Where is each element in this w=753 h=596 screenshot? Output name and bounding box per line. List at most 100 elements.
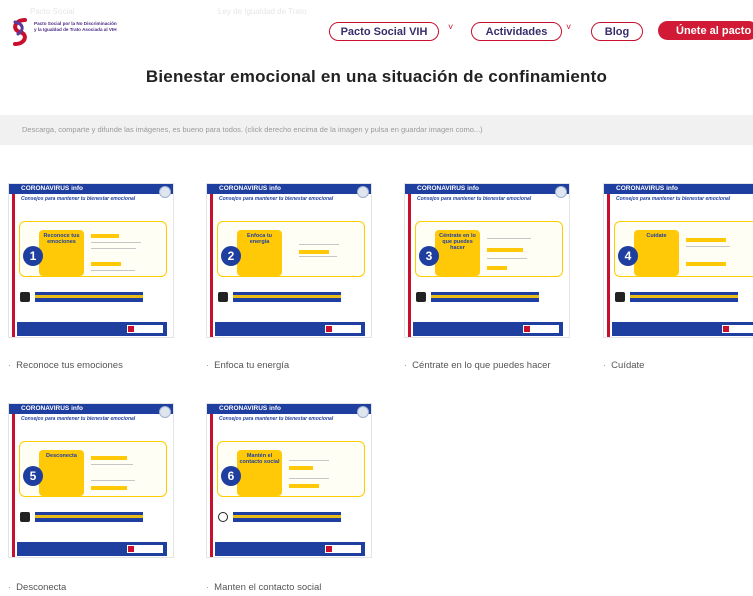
card-header-text: CORONAVIRUS info — [21, 185, 83, 192]
step-number: 4 — [618, 246, 638, 266]
card-image[interactable]: CORONAVIRUS info Consejos para mantener … — [206, 403, 372, 558]
card-yellow-box: Cuídate — [634, 230, 679, 276]
caption-text: Enfoca tu energía — [214, 360, 290, 371]
text-line — [299, 256, 337, 257]
card-topbar: CORONAVIRUS info — [207, 184, 371, 194]
caption-text: Cuídate — [611, 360, 645, 371]
card-accent-line — [12, 184, 15, 337]
alert-icon — [20, 512, 30, 522]
card-footer — [17, 542, 167, 556]
card-caption[interactable]: · Desconecta — [8, 580, 66, 596]
card-header-text: CORONAVIRUS info — [616, 185, 678, 192]
card-topbar: CORONAVIRUS info — [207, 404, 371, 414]
bullet-icon: · — [8, 360, 12, 371]
nav-blog[interactable]: Blog — [591, 22, 643, 41]
text-line — [487, 238, 531, 239]
text-line — [487, 258, 527, 259]
card-cuidate[interactable]: CORONAVIRUS info Consejos para mantener … — [603, 183, 753, 338]
card-image[interactable]: CORONAVIRUS info Consejos para mantener … — [206, 183, 372, 338]
virus-icon — [357, 406, 369, 418]
highlight-line — [487, 266, 507, 270]
card-tip — [431, 292, 539, 302]
text-line — [289, 478, 329, 479]
card-footer — [612, 322, 753, 336]
text-line — [91, 248, 136, 249]
card-footer — [413, 322, 563, 336]
highlight-line — [91, 486, 127, 490]
cta-label: Únete al pacto — [676, 24, 752, 37]
highlight-line — [91, 456, 127, 460]
card-footer — [17, 322, 167, 336]
alert-icon — [416, 292, 426, 302]
text-line — [91, 480, 135, 481]
globe-icon — [218, 512, 228, 522]
highlight-line — [289, 466, 313, 470]
card-subtitle: Consejos para mantener tu bienestar emoc… — [21, 416, 136, 422]
footer-logos — [722, 325, 753, 333]
calendar-icon — [218, 292, 228, 302]
card-caption[interactable]: · Manten el contacto social — [206, 580, 321, 596]
card-tip — [233, 512, 341, 522]
bullet-icon: · — [206, 582, 210, 593]
card-accent-line — [12, 404, 15, 557]
card-caption[interactable]: · Céntrate en lo que puedes hacer — [404, 358, 564, 374]
card-header-text: CORONAVIRUS info — [219, 405, 281, 412]
card-image[interactable]: CORONAVIRUS info Consejos para mantener … — [8, 403, 174, 558]
step-number: 6 — [221, 466, 241, 486]
card-topbar: CORONAVIRUS info — [9, 404, 173, 414]
step-number: 1 — [23, 246, 43, 266]
bullet-icon: · — [603, 360, 607, 371]
card-tip — [233, 292, 341, 302]
card-accent-line — [408, 184, 411, 337]
highlight-line — [289, 484, 319, 488]
card-centrate[interactable]: CORONAVIRUS info Consejos para mantener … — [404, 183, 570, 338]
card-tip — [35, 512, 143, 522]
virus-icon — [159, 406, 171, 418]
logo-text: Pacto Social por la No Discriminación y … — [34, 21, 117, 32]
card-image[interactable]: CORONAVIRUS info Consejos para mantener … — [404, 183, 570, 338]
card-accent-line — [210, 404, 213, 557]
card-subtitle: Consejos para mantener tu bienestar emoc… — [417, 196, 532, 202]
chevron-down-icon[interactable]: ˅ — [566, 22, 571, 32]
nav-pacto-social-vih[interactable]: Pacto Social VIH — [329, 22, 439, 41]
card-caption[interactable]: · Reconoce tus emociones — [8, 358, 123, 374]
card-header-text: CORONAVIRUS info — [219, 185, 281, 192]
card-reconoce-emociones[interactable]: CORONAVIRUS info Consejos para mantener … — [8, 183, 174, 338]
bullet-icon: · — [8, 582, 12, 593]
join-pact-button[interactable]: Únete al pacto — [658, 21, 753, 40]
alert-icon — [615, 292, 625, 302]
card-subtitle: Consejos para mantener tu bienestar emoc… — [616, 196, 731, 202]
card-image[interactable]: CORONAVIRUS info Consejos para mantener … — [8, 183, 174, 338]
highlight-line — [299, 250, 329, 254]
site-logo[interactable]: Pacto Social por la No Discriminación y … — [10, 18, 120, 48]
chevron-down-icon[interactable]: ˅ — [448, 22, 453, 32]
footer-logos — [325, 545, 361, 553]
footer-logos — [127, 545, 163, 553]
card-tip — [630, 292, 738, 302]
card-caption[interactable]: · Cuídate — [603, 358, 644, 374]
nav-label: Pacto Social VIH — [340, 25, 428, 38]
virus-icon — [555, 186, 567, 198]
highlight-line — [91, 262, 121, 266]
card-header-text: CORONAVIRUS info — [417, 185, 479, 192]
card-image[interactable]: CORONAVIRUS info Consejos para mantener … — [603, 183, 753, 338]
card-tip — [35, 292, 143, 302]
card-subtitle: Consejos para mantener tu bienestar emoc… — [219, 196, 334, 202]
banner-text: Descarga, comparte y difunde las imágene… — [22, 125, 483, 134]
caption-text: Céntrate en lo que puedes hacer — [412, 360, 551, 371]
text-line — [289, 460, 329, 461]
site-header: Pacto Social Ley de Igualdad de Trato Pa… — [0, 0, 753, 58]
card-subtitle: Consejos para mantener tu bienestar emoc… — [21, 196, 136, 202]
caption-text: Reconoce tus emociones — [16, 360, 123, 371]
card-footer — [215, 322, 365, 336]
card-contacto-social[interactable]: CORONAVIRUS info Consejos para mantener … — [206, 403, 372, 558]
highlight-line — [487, 248, 523, 252]
card-yellow-box: Mantén el contacto social — [237, 450, 282, 496]
nav-actividades[interactable]: Actividades — [471, 22, 562, 41]
footer-logos — [325, 325, 361, 333]
card-accent-line — [210, 184, 213, 337]
card-caption[interactable]: · Enfoca tu energía — [206, 358, 289, 374]
card-enfoca-energia[interactable]: CORONAVIRUS info Consejos para mantener … — [206, 183, 372, 338]
card-desconecta[interactable]: CORONAVIRUS info Consejos para mantener … — [8, 403, 174, 558]
card-yellow-box: Reconoce tus emociones — [39, 230, 84, 276]
